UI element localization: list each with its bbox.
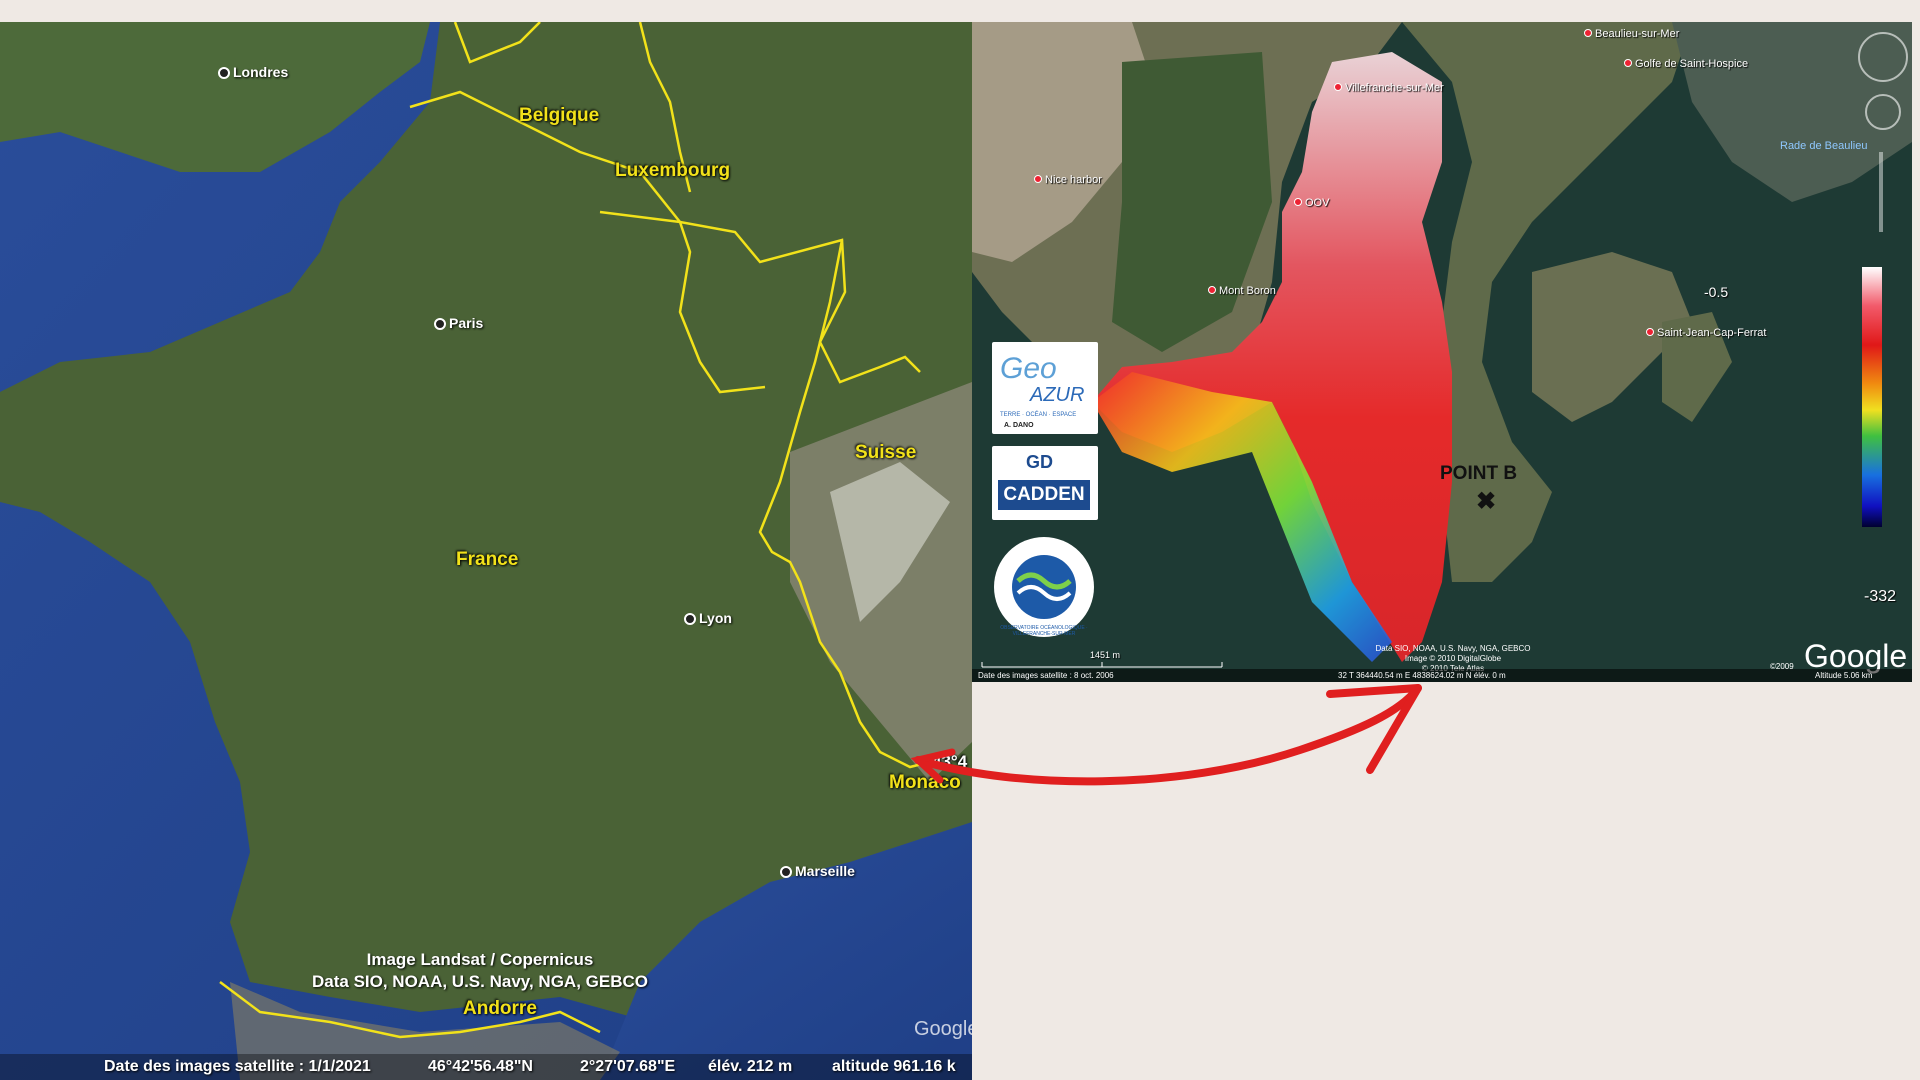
connector-arrow: [910, 684, 1422, 786]
